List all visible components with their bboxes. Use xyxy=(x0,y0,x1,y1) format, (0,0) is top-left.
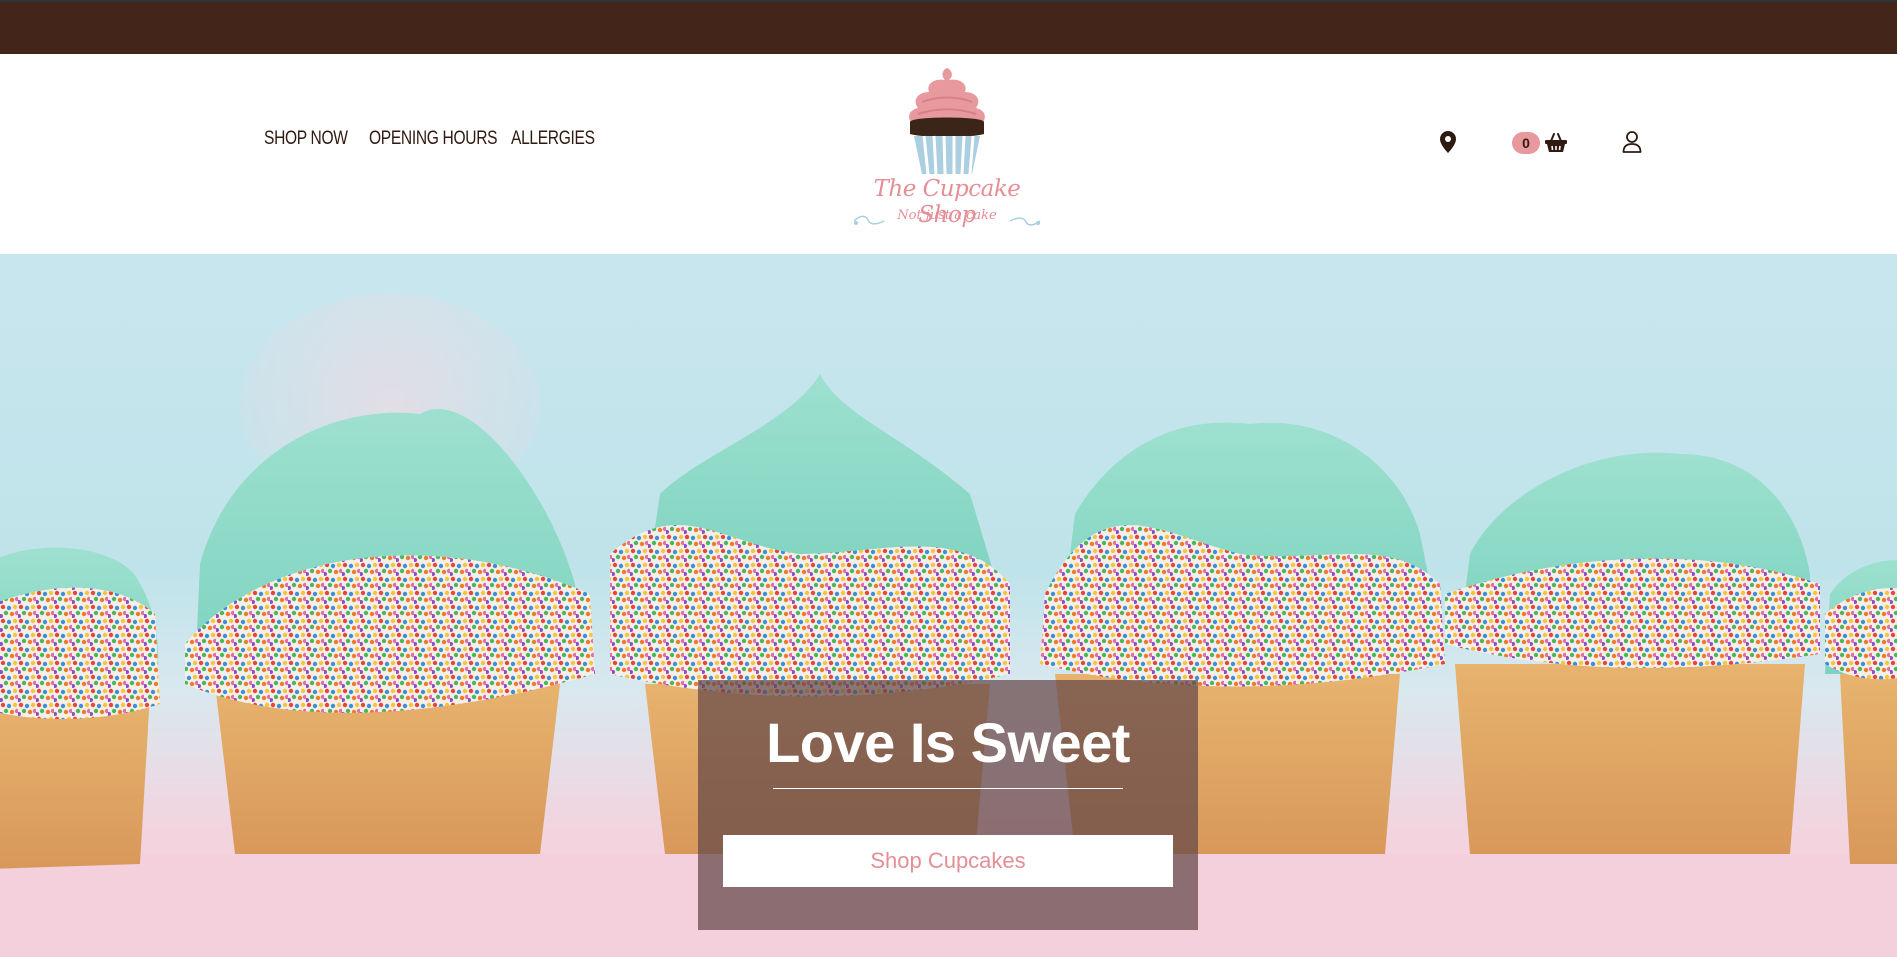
hero-title: Love Is Sweet xyxy=(766,711,1130,774)
cupcake-1 xyxy=(0,547,160,869)
site-header: Shop Now Opening Hours Allergies The Cup… xyxy=(0,54,1897,254)
basket-icon[interactable] xyxy=(1545,133,1567,158)
hero-divider xyxy=(773,788,1123,789)
shop-cupcakes-button[interactable]: Shop Cupcakes xyxy=(723,835,1173,887)
user-icon[interactable] xyxy=(1622,131,1642,158)
cart-count-badge[interactable]: 0 xyxy=(1512,132,1540,154)
hero-overlay-box: Love Is Sweet Shop Cupcakes xyxy=(698,680,1198,930)
cupcake-logo-icon xyxy=(909,68,985,175)
cupcake-6 xyxy=(1825,560,1897,864)
cupcake-2 xyxy=(185,408,595,854)
right-flourish-icon xyxy=(1009,217,1041,226)
map-pin-icon[interactable] xyxy=(1440,131,1456,158)
cupcake-5 xyxy=(1445,452,1820,854)
left-flourish-icon xyxy=(853,215,885,225)
nav-opening-hours[interactable]: Opening Hours xyxy=(369,128,498,150)
top-bar xyxy=(0,0,1897,54)
nav-allergies[interactable]: Allergies xyxy=(511,128,595,150)
nav-shop-now[interactable]: Shop Now xyxy=(264,128,348,150)
site-logo[interactable]: The Cupcake Shop Not just a cake xyxy=(852,64,1042,234)
